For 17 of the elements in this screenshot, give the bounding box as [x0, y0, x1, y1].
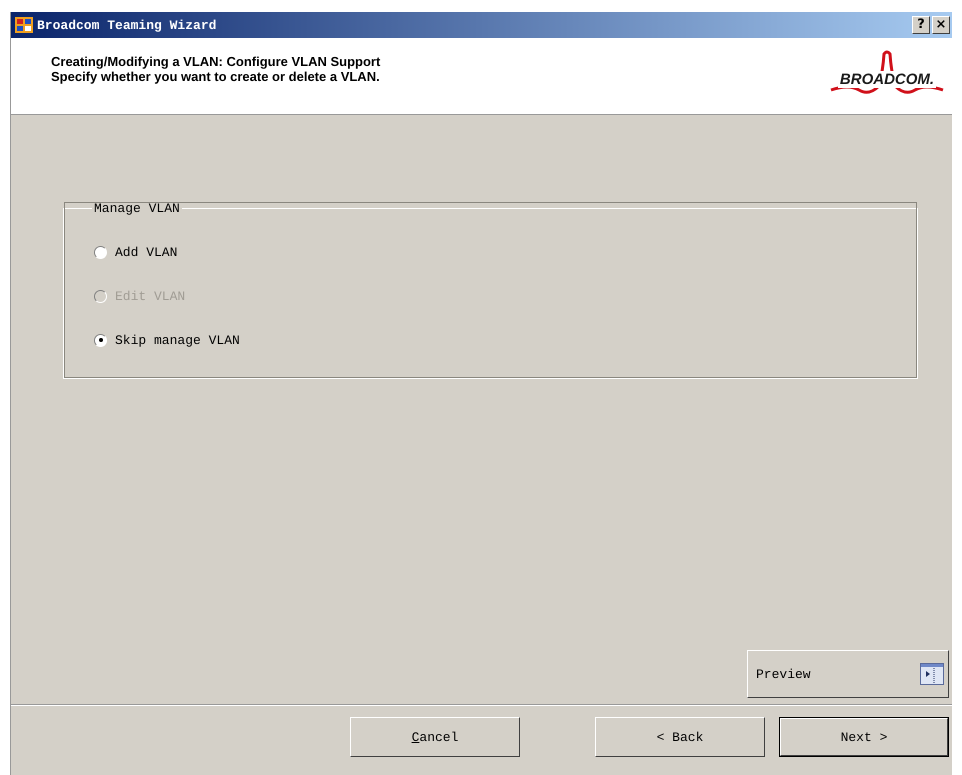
window-title: Broadcom Teaming Wizard [37, 18, 218, 32]
logo: BROADCOM. [828, 48, 946, 104]
radio-button[interactable] [94, 334, 107, 346]
radio-button[interactable] [94, 246, 107, 258]
page-subtitle: Specify whether you want to create or delete a VLAN. [51, 69, 380, 84]
page-title: Creating/Modifying a VLAN: Configure VLAN Support [51, 54, 380, 69]
radio-option[interactable]: Add VLAN [94, 230, 178, 274]
wizard-button[interactable]: Cancel [350, 717, 520, 757]
app-icon [15, 17, 33, 33]
group-label: Manage VLAN [93, 201, 181, 216]
help-button[interactable]: ? [912, 16, 930, 34]
preview-button[interactable]: Preview [747, 650, 949, 698]
wizard-button[interactable]: < Back [594, 717, 765, 757]
close-button[interactable]: × [932, 16, 950, 34]
wizard-button[interactable]: Next > [778, 717, 949, 757]
panel-icon [920, 663, 944, 685]
radio-option[interactable]: Skip manage VLAN [94, 318, 240, 362]
